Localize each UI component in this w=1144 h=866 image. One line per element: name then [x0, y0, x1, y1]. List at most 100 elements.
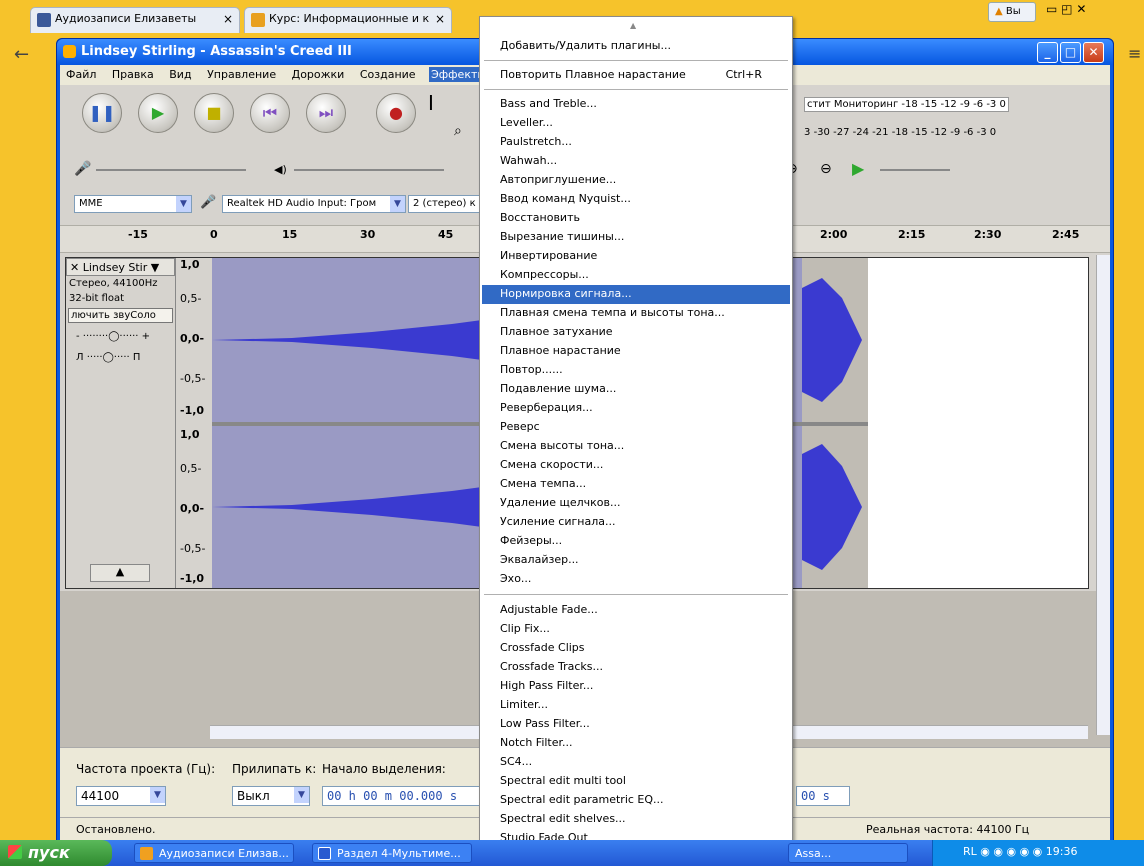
start-button[interactable]: пуск [0, 840, 112, 866]
skip-end-button[interactable]: ⏭ [306, 93, 346, 133]
menu-item-effect[interactable]: Limiter... [482, 696, 790, 715]
menu-item-effect[interactable]: Реверберация... [482, 399, 790, 418]
browser-window-controls[interactable]: ▭ ◰ ✕ [1046, 2, 1102, 22]
language-indicator[interactable]: RL [963, 845, 977, 858]
menu-item-effect[interactable]: Смена темпа... [482, 475, 790, 494]
menu-item-effect[interactable]: Notch Filter... [482, 734, 790, 753]
menu-item-repeat[interactable]: Повторить Плавное нарастание Ctrl+R [482, 66, 790, 85]
project-rate-select[interactable]: 44100 ▼ [76, 786, 166, 806]
play-speed-slider[interactable] [880, 169, 950, 171]
menu-generate[interactable]: Создание [358, 67, 418, 82]
record-button[interactable]: ● [376, 93, 416, 133]
close-icon[interactable]: ✕ [1076, 2, 1086, 16]
menu-item-effect[interactable]: Spectral edit multi tool [482, 772, 790, 791]
channels-select[interactable]: 2 (стерео) к [408, 195, 480, 213]
menu-item-effect[interactable]: Clip Fix... [482, 620, 790, 639]
browser-tab-1[interactable]: Аудиозаписи Елизаветы × [30, 7, 240, 33]
pan-slider[interactable]: Л ·····◯····· П [66, 348, 175, 367]
menu-item-effect[interactable]: Фейзеры... [482, 532, 790, 551]
menu-item-effect[interactable]: Leveller... [482, 114, 790, 133]
menu-transport[interactable]: Управление [205, 67, 278, 82]
menu-item-effect[interactable]: Spectral edit shelves... [482, 810, 790, 829]
gain-slider[interactable]: - ········◯······ + [66, 325, 175, 348]
track-name-button[interactable]: ✕ Lindsey Stir ▼ [66, 258, 175, 276]
selection-tool-icon[interactable]: I [428, 91, 434, 115]
menu-item-add-remove-plugins[interactable]: Добавить/Удалить плагины... [482, 37, 790, 56]
profile-button[interactable]: ▲ Вы [988, 2, 1036, 22]
maximize-button[interactable]: □ [1060, 42, 1081, 63]
menu-item-effect[interactable]: Crossfade Tracks... [482, 658, 790, 677]
menu-item-effect[interactable]: Плавное нарастание [482, 342, 790, 361]
menu-item-effect[interactable]: Реверс [482, 418, 790, 437]
mute-solo-buttons[interactable]: лючить звуСоло [68, 308, 173, 323]
amplitude-scale: 1,0 0,5- 0,0- -0,5- -1,0 1,0 0,5- 0,0- -… [176, 258, 212, 588]
menu-item-effect[interactable]: Удаление щелчков... [482, 494, 790, 513]
menu-item-effect[interactable]: Эхо... [482, 570, 790, 589]
play-at-speed-icon[interactable]: ▶ [852, 159, 864, 178]
menu-item-effect[interactable]: Paulstretch... [482, 133, 790, 152]
playback-meter[interactable]: 3 -30 -27 -24 -21 -18 -15 -12 -9 -6 -3 0 [804, 127, 996, 138]
taskbar-item-audacity[interactable]: Assa... [788, 843, 908, 863]
zoom-tool-icon[interactable]: ⌕ [454, 123, 462, 139]
audio-host-select[interactable]: MME ▼ [74, 195, 192, 213]
clock: 19:36 [1045, 845, 1078, 858]
menu-item-effect[interactable]: Ввод команд Nyquist... [482, 190, 790, 209]
play-button[interactable]: ▶ [138, 93, 178, 133]
vertical-scrollbar[interactable] [1096, 255, 1110, 735]
close-button[interactable]: ✕ [1083, 42, 1104, 63]
record-volume-slider[interactable] [96, 169, 246, 171]
menu-item-effect[interactable]: Автоприглушение... [482, 171, 790, 190]
menu-item-effect[interactable]: Смена скорости... [482, 456, 790, 475]
input-device-select[interactable]: Realtek HD Audio Input: Гром ▼ [222, 195, 406, 213]
menu-item-effect[interactable]: Вырезание тишины... [482, 228, 790, 247]
playback-volume-slider[interactable] [294, 169, 444, 171]
close-track-icon[interactable]: ✕ [70, 261, 79, 274]
hamburger-icon[interactable]: ≡ [1128, 44, 1141, 63]
taskbar-item-word[interactable]: Раздел 4-Мультиме... [312, 843, 472, 863]
menu-item-effect[interactable]: SC4... [482, 753, 790, 772]
scroll-up-icon[interactable]: ▲ [630, 21, 636, 30]
menu-item-effect[interactable]: Adjustable Fade... [482, 601, 790, 620]
menu-item-effect[interactable]: Нормировка сигнала... [482, 285, 790, 304]
meter-tick: 3 [804, 127, 811, 138]
menu-item-effect[interactable]: High Pass Filter... [482, 677, 790, 696]
menu-item-effect[interactable]: Плавная смена темпа и высоты тона... [482, 304, 790, 323]
taskbar-item-browser[interactable]: Аудиозаписи Елизав... [134, 843, 294, 863]
menu-tracks[interactable]: Дорожки [290, 67, 347, 82]
moodle-icon [251, 13, 265, 27]
selection-start-field[interactable]: 00 h 00 m 00.000 s [322, 786, 482, 806]
menu-item-effect[interactable]: Wahwah... [482, 152, 790, 171]
back-arrow-icon[interactable]: ← [14, 44, 29, 65]
close-tab-icon[interactable]: × [435, 12, 445, 26]
menu-item-effect[interactable]: Повтор...... [482, 361, 790, 380]
menu-item-effect[interactable]: Усиление сигнала... [482, 513, 790, 532]
selection-end-field[interactable]: 00 s [796, 786, 850, 806]
menu-item-effect[interactable]: Восстановить [482, 209, 790, 228]
menu-view[interactable]: Вид [167, 67, 193, 82]
menu-item-effect[interactable]: Плавное затухание [482, 323, 790, 342]
zoom-out-icon[interactable]: ⊖ [820, 161, 832, 177]
minimize-icon[interactable]: ▭ [1046, 2, 1057, 16]
tray-icons[interactable]: ◉ ◉ ◉ ◉ ◉ [980, 845, 1042, 858]
pause-button[interactable]: ❚❚ [82, 93, 122, 133]
maximize-icon[interactable]: ◰ [1061, 2, 1072, 16]
browser-tab-2[interactable]: Курс: Информационные и к × [244, 7, 452, 33]
menu-item-effect[interactable]: Смена высоты тона... [482, 437, 790, 456]
close-tab-icon[interactable]: × [223, 12, 233, 26]
menu-item-effect[interactable]: Low Pass Filter... [482, 715, 790, 734]
minimize-button[interactable]: _ [1037, 42, 1058, 63]
menu-item-effect[interactable]: Инвертирование [482, 247, 790, 266]
menu-item-effect[interactable]: Эквалайзер... [482, 551, 790, 570]
monitor-meter[interactable]: стит Мониторинг -18 -15 -12 -9 -6 -3 0 [804, 97, 1009, 112]
menu-file[interactable]: Файл [64, 67, 98, 82]
collapse-track-button[interactable]: ▲ [90, 564, 150, 582]
menu-item-effect[interactable]: Crossfade Clips [482, 639, 790, 658]
menu-item-effect[interactable]: Компрессоры... [482, 266, 790, 285]
menu-item-effect[interactable]: Подавление шума... [482, 380, 790, 399]
menu-item-effect[interactable]: Spectral edit parametric EQ... [482, 791, 790, 810]
stop-button[interactable]: ■ [194, 93, 234, 133]
skip-start-button[interactable]: ⏮ [250, 93, 290, 133]
menu-edit[interactable]: Правка [110, 67, 156, 82]
menu-item-effect[interactable]: Bass and Treble... [482, 95, 790, 114]
snap-to-select[interactable]: Выкл ▼ [232, 786, 310, 806]
